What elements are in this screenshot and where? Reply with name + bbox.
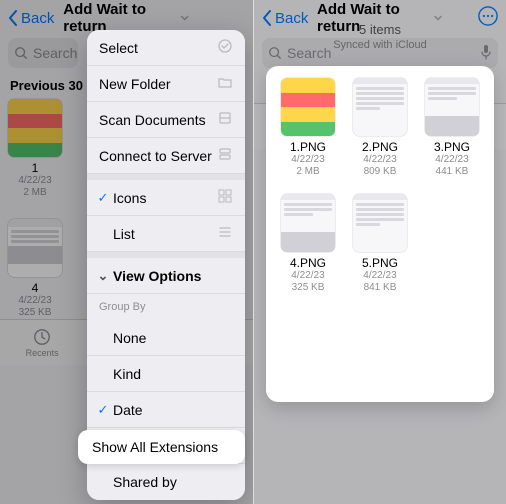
menu-group-shared-by[interactable]: Shared by: [87, 464, 245, 500]
file-item[interactable]: 3.PNG4/22/23441 KB: [416, 76, 488, 188]
file-thumb: [353, 194, 407, 252]
file-item[interactable]: 2.PNG4/22/23809 KB: [344, 76, 416, 188]
file-date: 4/22/23: [348, 270, 412, 282]
select-circle-icon: [217, 38, 233, 57]
folder-plus-icon: [217, 74, 233, 93]
file-size: 2 MB: [276, 166, 340, 178]
file-size: 809 KB: [348, 166, 412, 178]
file-name: 3.PNG: [420, 140, 484, 154]
file-name: 4.PNG: [276, 256, 340, 270]
scan-icon: [217, 110, 233, 129]
menu-new-folder[interactable]: New Folder: [87, 66, 245, 102]
menu-icons-view[interactable]: ✓ Icons: [87, 180, 245, 216]
file-name: 5.PNG: [348, 256, 412, 270]
server-icon: [217, 146, 233, 165]
menu-group-kind[interactable]: Kind: [87, 356, 245, 392]
file-thumb: [425, 78, 479, 136]
list-icon: [217, 224, 233, 243]
file-size: 325 KB: [276, 282, 340, 294]
file-date: 4/22/23: [276, 270, 340, 282]
file-thumb: [281, 194, 335, 252]
file-item[interactable]: 5.PNG4/22/23841 KB: [344, 192, 416, 304]
file-item[interactable]: 4.PNG4/22/23325 KB: [272, 192, 344, 304]
menu-select[interactable]: Select: [87, 30, 245, 66]
chevron-down-icon: ⌄: [95, 268, 111, 284]
file-grid-panel: 1.PNG4/22/232 MB2.PNG4/22/23809 KB3.PNG4…: [266, 66, 494, 402]
check-icon: ✓: [95, 190, 111, 206]
menu-scan-documents[interactable]: Scan Documents: [87, 102, 245, 138]
menu-list-view[interactable]: List: [87, 216, 245, 252]
file-date: 4/22/23: [348, 154, 412, 166]
file-size: 841 KB: [348, 282, 412, 294]
file-name: 1.PNG: [276, 140, 340, 154]
menu-show-all-extensions[interactable]: Show All Extensions: [78, 430, 245, 464]
file-date: 4/22/23: [420, 154, 484, 166]
file-thumb: [281, 78, 335, 136]
grid-icon: [217, 188, 233, 207]
file-item[interactable]: 1.PNG4/22/232 MB: [272, 76, 344, 188]
file-size: 441 KB: [420, 166, 484, 178]
file-date: 4/22/23: [276, 154, 340, 166]
menu-group-none[interactable]: None: [87, 320, 245, 356]
group-by-label: Group By: [87, 294, 245, 320]
menu-connect-server[interactable]: Connect to Server: [87, 138, 245, 174]
menu-view-options-header[interactable]: ⌄ View Options: [87, 258, 245, 294]
file-name: 2.PNG: [348, 140, 412, 154]
file-thumb: [353, 78, 407, 136]
menu-group-date[interactable]: ✓Date: [87, 392, 245, 428]
check-icon: ✓: [95, 402, 111, 418]
